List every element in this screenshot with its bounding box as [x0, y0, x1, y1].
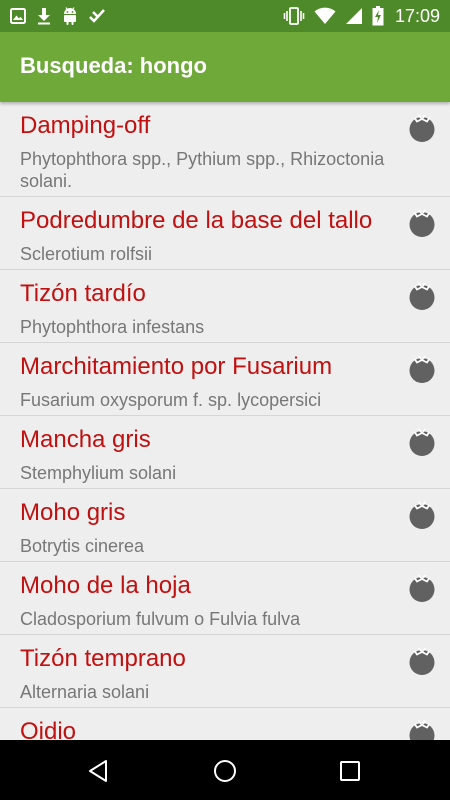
recents-icon — [340, 761, 360, 781]
tomato-icon — [409, 501, 435, 529]
list-item[interactable]: Tizón temprano Alternaria solani — [0, 635, 450, 708]
list-item[interactable]: Podredumbre de la base del tallo Sclerot… — [0, 197, 450, 270]
item-subtitle: Botrytis cinerea — [20, 536, 145, 556]
item-title: Moho gris — [20, 499, 126, 526]
item-subtitle: Fusarium oxysporum f. sp. lycopersici — [20, 390, 322, 410]
list-item[interactable]: Tizón tardío Phytophthora infestans — [0, 270, 450, 343]
tomato-icon — [409, 282, 435, 310]
tomato-icon — [409, 720, 435, 740]
signal-icon — [345, 8, 362, 24]
item-title: Oidio — [20, 718, 77, 740]
item-subtitle: Phytophthora infestans — [20, 317, 205, 337]
item-subtitle: Cladosporium fulvum o Fulvia fulva — [20, 609, 301, 629]
results-list[interactable]: Damping-off Phytophthora spp., Pythium s… — [0, 102, 450, 740]
item-title: Marchitamiento por Fusarium — [20, 353, 333, 380]
system-icons: 17:09 — [283, 4, 440, 28]
home-button[interactable] — [210, 756, 240, 786]
tomato-icon — [409, 355, 435, 383]
navigation-bar — [0, 740, 450, 800]
list-item[interactable]: Marchitamiento por Fusarium Fusarium oxy… — [0, 343, 450, 416]
list-item[interactable]: Moho gris Botrytis cinerea — [0, 489, 450, 562]
back-icon — [89, 760, 107, 782]
item-title: Damping-off — [20, 112, 151, 139]
item-subtitle: Alternaria solani — [20, 682, 150, 702]
item-title: Tizón tardío — [20, 280, 146, 307]
home-icon — [214, 760, 236, 782]
app-bar: Busqueda: hongo — [0, 32, 450, 102]
android-icon — [64, 7, 76, 25]
item-subtitle: Phytophthora spp., Pythium spp., Rhizoct… — [20, 149, 385, 191]
tomato-icon — [409, 114, 435, 142]
status-time: 17:09 — [394, 5, 440, 26]
item-title: Mancha gris — [20, 426, 151, 453]
item-subtitle: Sclerotium rolfsii — [20, 244, 153, 264]
download-icon — [38, 8, 50, 25]
notification-icons — [10, 5, 105, 27]
list-item[interactable]: Mancha gris Stemphylium solani — [0, 416, 450, 489]
wifi-icon — [314, 7, 336, 24]
check-flag-icon — [89, 9, 105, 23]
page-title: Busqueda: hongo — [20, 53, 207, 78]
item-subtitle: Stemphylium solani — [20, 463, 177, 483]
tomato-icon — [409, 209, 435, 237]
status-bar: 17:09 — [0, 0, 450, 32]
back-button[interactable] — [84, 756, 114, 786]
list-item[interactable]: Damping-off Phytophthora spp., Pythium s… — [0, 102, 450, 197]
list-item[interactable]: Moho de la hoja Cladosporium fulvum o Fu… — [0, 562, 450, 635]
tomato-icon — [409, 647, 435, 675]
item-title: Podredumbre de la base del tallo — [20, 207, 373, 234]
vibrate-icon — [283, 7, 305, 25]
battery-icon — [372, 6, 384, 26]
item-title: Moho de la hoja — [20, 572, 191, 599]
image-icon — [10, 8, 26, 24]
tomato-icon — [409, 428, 435, 456]
list-item[interactable]: Oidio — [0, 708, 450, 740]
recents-button[interactable] — [335, 756, 365, 786]
tomato-icon — [409, 574, 435, 602]
item-title: Tizón temprano — [20, 645, 186, 672]
